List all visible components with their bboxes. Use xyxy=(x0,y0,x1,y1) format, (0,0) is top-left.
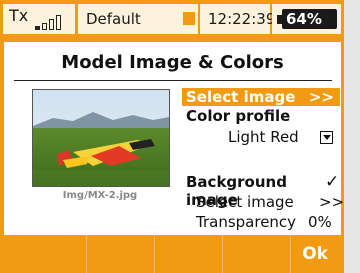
bg-select-image-arrow[interactable]: >> xyxy=(319,193,344,211)
status-square-icon xyxy=(183,12,195,25)
image-filename: Img/MX-2.jpg xyxy=(62,190,138,201)
battery-indicator: 64% xyxy=(272,4,341,34)
function-key-divider xyxy=(154,235,155,273)
battery-percent: 64% xyxy=(286,10,322,28)
function-key-divider xyxy=(222,235,223,273)
airplane-photo xyxy=(33,90,169,186)
select-image-label: Select image xyxy=(186,88,296,106)
signal-bars-icon xyxy=(35,13,69,30)
transparency-label: Transparency xyxy=(196,213,297,231)
model-image-preview xyxy=(32,89,170,187)
color-profile-value[interactable]: Light Red xyxy=(228,128,299,146)
status-bar: Tx Default 12:22:39 64% xyxy=(0,0,344,38)
signal-bar xyxy=(42,23,47,30)
clock-time: 12:22:39 xyxy=(208,10,276,28)
background-image-check-icon[interactable]: ✓ xyxy=(325,172,339,192)
color-profile-label: Color profile xyxy=(186,107,291,125)
signal-bar xyxy=(35,26,40,30)
dropdown-icon[interactable] xyxy=(320,131,333,144)
title-divider xyxy=(14,80,332,81)
function-key-bar: Ok xyxy=(0,235,344,273)
tx-label: Tx xyxy=(9,6,29,25)
signal-bar xyxy=(56,15,61,30)
page-title: Model Image & Colors xyxy=(61,52,284,73)
select-image-arrow: >> xyxy=(308,88,334,106)
signal-bar xyxy=(49,19,54,30)
select-image-row[interactable]: Select image >> xyxy=(182,88,340,106)
device-screen: Tx Default 12:22:39 64% Model Image & Co… xyxy=(0,0,344,273)
model-name: Default xyxy=(78,4,198,34)
tx-signal-indicator: Tx xyxy=(3,4,75,34)
bg-select-image-label[interactable]: Select image xyxy=(196,193,294,211)
ok-button[interactable]: Ok xyxy=(302,235,328,273)
clock: 12:22:39 xyxy=(183,4,275,34)
transparency-value[interactable]: 0% xyxy=(308,213,332,231)
main-panel: Model Image & Colors Img/MX-2.jpg Select… xyxy=(4,42,344,266)
function-key-divider xyxy=(290,235,291,273)
function-key-divider xyxy=(86,235,87,273)
